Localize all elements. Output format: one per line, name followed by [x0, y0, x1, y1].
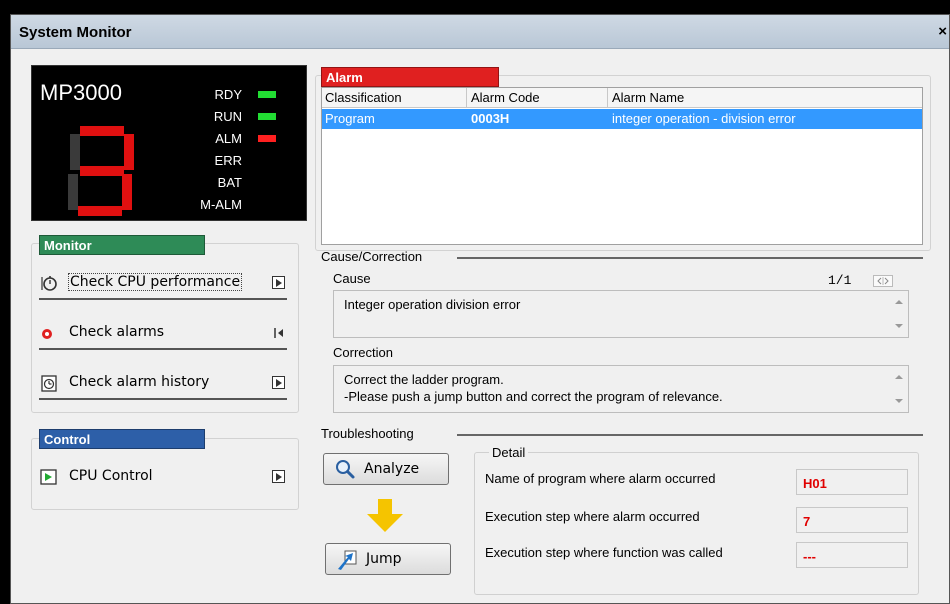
- open-arrow-icon[interactable]: [272, 470, 285, 483]
- scroll-down-icon[interactable]: [895, 324, 903, 328]
- check-cpu-performance-label: Check CPU performance: [67, 273, 243, 291]
- alm-led: [258, 135, 276, 142]
- troubleshooting-heading: Troubleshooting: [321, 426, 414, 441]
- cpu-control-icon: [40, 469, 57, 485]
- table-row[interactable]: Program 0003H integer operation - divisi…: [322, 109, 922, 129]
- detail-heading: Detail: [489, 445, 529, 460]
- alarm-group-title: Alarm: [321, 67, 499, 87]
- title-bar: System Monitor ×: [11, 15, 949, 49]
- scroll-up-icon[interactable]: [895, 300, 903, 304]
- open-arrow-icon[interactable]: [272, 376, 285, 389]
- cpu-control-label: CPU Control: [69, 468, 153, 484]
- monitor-group-title: Monitor: [39, 235, 205, 255]
- rdy-led: [258, 91, 276, 98]
- history-clock-icon: [41, 375, 57, 392]
- jump-icon: [338, 550, 357, 570]
- function-call-step-label: Execution step where function was called: [485, 545, 723, 560]
- cause-text: Integer operation division error: [344, 297, 521, 312]
- column-header-classification[interactable]: Classification: [325, 90, 402, 105]
- alarm-table-header: Classification Alarm Code Alarm Name: [322, 88, 922, 108]
- page-arrows-icon: [877, 277, 889, 285]
- check-alarms-item[interactable]: Check alarms: [39, 318, 287, 348]
- cpu-status-panel: MP3000 RDY RUN ALM ERR BAT M-ALM: [31, 65, 307, 221]
- down-arrow-icon: [367, 499, 403, 532]
- current-indicator-icon: [274, 328, 283, 338]
- program-name-value-box: H01: [796, 469, 908, 495]
- column-header-alarm-name[interactable]: Alarm Name: [612, 90, 684, 105]
- cell-classification: Program: [325, 111, 375, 126]
- correction-line: -Please push a jump button and correct t…: [344, 389, 723, 404]
- seven-segment-display: [68, 126, 134, 216]
- cell-alarm-code: 0003H: [471, 111, 510, 126]
- jump-button[interactable]: Jump: [325, 543, 451, 575]
- red-dot-icon: [42, 329, 52, 339]
- system-monitor-window: System Monitor × MP3000 RDY RUN ALM ERR: [10, 14, 950, 604]
- led-rdy: RDY: [162, 86, 282, 104]
- open-arrow-icon[interactable]: [272, 276, 285, 289]
- led-run: RUN: [162, 108, 282, 126]
- cpu-control-item[interactable]: CPU Control: [39, 462, 287, 492]
- stopwatch-icon: [41, 276, 57, 291]
- program-name-label: Name of program where alarm occurred: [485, 471, 716, 486]
- divider: [39, 348, 287, 350]
- page-nav-control[interactable]: [873, 275, 893, 287]
- correction-scrollbar[interactable]: [891, 366, 908, 412]
- function-call-step-value-box: ---: [796, 542, 908, 568]
- correction-text: Correct the ladder program. -Please push…: [344, 371, 723, 405]
- program-name-value: H01: [803, 476, 827, 491]
- column-header-alarm-code[interactable]: Alarm Code: [471, 90, 540, 105]
- correction-line: Correct the ladder program.: [344, 372, 504, 387]
- run-led: [258, 113, 276, 120]
- check-cpu-performance-item[interactable]: Check CPU performance: [39, 268, 287, 298]
- divider: [39, 398, 287, 400]
- scroll-down-icon[interactable]: [895, 399, 903, 403]
- check-alarm-history-item[interactable]: Check alarm history: [39, 368, 287, 398]
- cause-correction-heading: Cause/Correction: [321, 249, 423, 264]
- cause-text-box[interactable]: Integer operation division error: [333, 290, 909, 338]
- control-group-title: Control: [39, 429, 205, 449]
- close-icon[interactable]: ×: [938, 23, 947, 40]
- divider: [39, 298, 287, 300]
- cell-alarm-name: integer operation - division error: [612, 111, 796, 126]
- check-alarm-history-label: Check alarm history: [69, 374, 210, 390]
- led-bat: BAT: [217, 175, 242, 190]
- alarm-step-value-box: 7: [796, 507, 908, 533]
- check-alarms-label: Check alarms: [69, 324, 165, 340]
- cause-scrollbar[interactable]: [891, 291, 908, 337]
- led-err: ERR: [214, 153, 242, 168]
- divider: [457, 434, 923, 436]
- led-alm: ALM: [162, 130, 282, 148]
- analyze-button[interactable]: Analyze: [323, 453, 449, 485]
- analyze-button-label: Analyze: [364, 461, 420, 477]
- alarm-table[interactable]: Classification Alarm Code Alarm Name Pro…: [321, 87, 923, 245]
- divider: [457, 257, 923, 259]
- window-title: System Monitor: [19, 24, 132, 41]
- correction-text-box[interactable]: Correct the ladder program. -Please push…: [333, 365, 909, 413]
- scroll-up-icon[interactable]: [895, 375, 903, 379]
- jump-button-label: Jump: [366, 551, 402, 567]
- model-name: MP3000: [40, 80, 122, 105]
- function-call-step-value: ---: [803, 549, 816, 564]
- correction-label: Correction: [333, 345, 393, 360]
- alarm-step-value: 7: [803, 514, 811, 529]
- magnifier-icon: [336, 460, 355, 479]
- cause-label: Cause: [333, 271, 371, 286]
- led-m-alm: M-ALM: [200, 197, 242, 212]
- page-indicator: 1/1: [828, 273, 852, 288]
- alarm-step-label: Execution step where alarm occurred: [485, 509, 700, 524]
